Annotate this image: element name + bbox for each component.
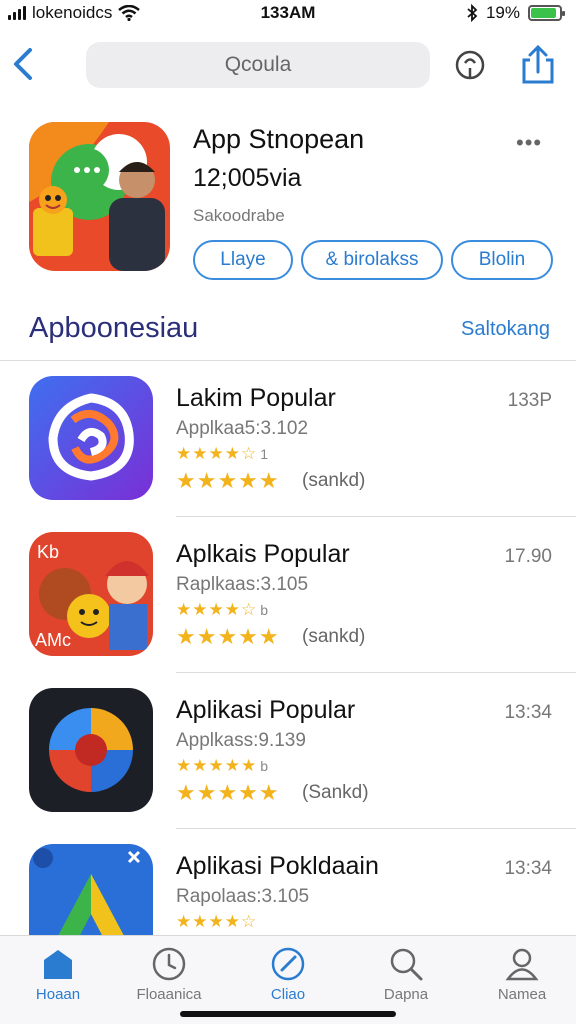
- row-divider: [176, 516, 576, 517]
- app-subtitle: Raplkaas:3.105: [176, 574, 309, 595]
- search-placeholder: Qcoula: [224, 53, 292, 76]
- row-divider: [0, 360, 576, 361]
- swirl-app-icon[interactable]: [29, 376, 153, 500]
- search-icon: [390, 948, 423, 981]
- tab-profile[interactable]: Namea: [472, 944, 572, 1008]
- status-right: 19%: [466, 3, 565, 23]
- featured-app-title: App Stnopean: [193, 124, 365, 154]
- featured-action-button-1[interactable]: Llaye: [193, 240, 293, 280]
- tab-explore[interactable]: Cliao: [238, 944, 338, 1008]
- tab-label: Namea: [497, 986, 547, 1003]
- app-size: 13:34: [504, 858, 552, 879]
- app-size: 13:34: [504, 702, 552, 723]
- row-divider: [176, 672, 576, 673]
- person-icon: [505, 948, 539, 981]
- clock-icon: [152, 947, 186, 981]
- tab-home[interactable]: Hoaan: [8, 944, 108, 1008]
- featured-app-developer: Sakoodrabe: [193, 206, 285, 225]
- bluetooth-icon: [467, 4, 478, 22]
- list-item[interactable]: Aplikasi Popular Applkass:9.139 13:34 ★★…: [0, 672, 576, 828]
- review-count: (sankd): [302, 626, 366, 647]
- featured-app: App Stnopean 12;005via Sakoodrabe ••• Ll…: [0, 122, 576, 282]
- svg-text:Kb: Kb: [37, 542, 59, 562]
- cartoon-app-icon[interactable]: Kb AMc: [29, 532, 153, 656]
- app-subtitle: Rapolaas:3.105: [176, 886, 310, 907]
- more-options-button[interactable]: •••: [516, 130, 542, 156]
- app-subtitle: Applkass:9.139: [176, 730, 306, 751]
- home-indicator: [180, 1011, 396, 1017]
- voice-search-icon[interactable]: [450, 46, 490, 86]
- app-name: Lakim Popular: [176, 384, 336, 412]
- app-subtitle: Applkaa5:3.102: [176, 418, 309, 439]
- app-name: Aplikasi Popular: [176, 696, 356, 724]
- rating-stars-small: ★★★★☆: [176, 912, 258, 931]
- tab-label: Dapna: [383, 986, 429, 1003]
- search-input[interactable]: Qcoula: [86, 42, 430, 88]
- review-count: (Sankd): [302, 782, 369, 803]
- list-item[interactable]: Kb AMc Aplkais Popular Raplkaas:3.105 17…: [0, 516, 576, 672]
- featured-action-button-2[interactable]: & birolakss: [301, 240, 443, 280]
- tab-history[interactable]: Floaanica: [119, 944, 219, 1008]
- rating-stars-small: ★★★★☆ 1: [176, 444, 268, 463]
- review-count: (sankd): [302, 470, 366, 491]
- app-size: 17.90: [504, 546, 552, 567]
- status-bar: lokenoidcs 133AM 19%: [0, 0, 576, 26]
- rating-stars: ★★★★★: [176, 780, 280, 805]
- featured-app-icon[interactable]: [29, 122, 170, 271]
- app-size: 133P: [507, 390, 552, 411]
- rating-stars-small: ★★★★★ b: [176, 756, 268, 775]
- svg-text:AMc: AMc: [35, 630, 71, 650]
- compass-icon: [271, 947, 305, 981]
- tab-search[interactable]: Dapna: [356, 944, 456, 1008]
- see-all-link[interactable]: Saltokang: [461, 318, 550, 341]
- circle-app-icon[interactable]: [29, 688, 153, 812]
- back-chevron-icon[interactable]: [8, 42, 42, 86]
- rating-stars: ★★★★★: [176, 624, 280, 649]
- rating-stars: ★★★★★: [176, 468, 280, 493]
- row-divider: [176, 828, 576, 829]
- app-name: Aplkais Popular: [176, 540, 350, 568]
- featured-app-subtitle: 12;005via: [193, 164, 302, 192]
- tab-label: Floaanica: [136, 986, 202, 1003]
- list-item[interactable]: Lakim Popular Applkaa5:3.102 133P ★★★★☆ 1…: [0, 360, 576, 516]
- nav-bar: Qcoula: [0, 38, 576, 92]
- app-name: Aplikasi Pokldaain: [176, 852, 379, 880]
- section-title: Apboonesiau: [29, 312, 199, 344]
- share-icon[interactable]: [518, 44, 558, 86]
- home-icon: [44, 950, 72, 979]
- rating-stars-small: ★★★★☆ b: [176, 600, 268, 619]
- tab-label: Cliao: [270, 986, 306, 1003]
- battery-percent: 19%: [485, 3, 520, 22]
- featured-action-button-3[interactable]: Blolin: [451, 240, 553, 280]
- battery-icon: [528, 5, 565, 21]
- tab-label: Hoaan: [35, 986, 81, 1003]
